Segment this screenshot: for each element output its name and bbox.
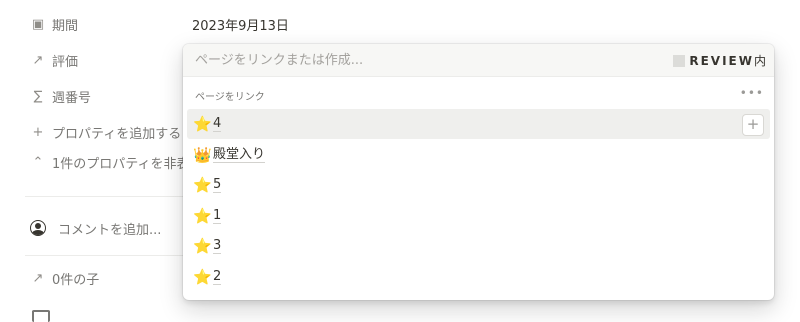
option-label: 1: [213, 208, 222, 224]
plus-icon: +: [32, 124, 44, 140]
sigma-icon: ∑: [33, 88, 43, 104]
property-label: 評価: [52, 54, 79, 70]
star-icon: ⭐: [193, 175, 212, 194]
period-value[interactable]: 2023年9月13日: [192, 12, 289, 36]
relation-option[interactable]: 👑 殿堂入り: [187, 140, 770, 170]
relation-popup: REVIEW 内 ページをリンク ••• ⭐ 4 + 👑 殿堂入り ⭐ 5 ⭐ …: [183, 44, 774, 300]
star-icon: ⭐: [193, 267, 212, 286]
children-link[interactable]: ↗ 0件の子: [30, 266, 100, 290]
more-options-icon[interactable]: •••: [740, 86, 764, 100]
add-relation-button[interactable]: +: [742, 114, 764, 136]
database-name: REVIEW: [689, 53, 754, 68]
option-label: 5: [213, 177, 222, 193]
add-property-label: プロパティを追加する: [52, 126, 182, 142]
star-icon: ⭐: [193, 114, 212, 133]
crown-icon: 👑: [193, 145, 212, 164]
relation-arrow-icon: ↗: [32, 270, 44, 286]
chevron-up-icon: ⌃: [32, 154, 44, 170]
relation-option[interactable]: ⭐ 2: [187, 262, 770, 292]
property-period[interactable]: ▣ 期間: [30, 12, 78, 36]
relation-option[interactable]: ⭐ 4 +: [187, 109, 770, 139]
star-icon: ⭐: [193, 236, 212, 255]
database-icon: [673, 54, 686, 67]
calendar-icon: ▣: [31, 16, 45, 32]
option-label: 4: [213, 116, 222, 132]
star-icon: ⭐: [193, 206, 212, 225]
section-header: ページをリンク: [195, 92, 265, 103]
hide-properties-toggle[interactable]: ⌃ 1件のプロパティを非表示: [30, 150, 203, 174]
user-avatar: [30, 220, 46, 236]
database-tag[interactable]: REVIEW 内: [673, 52, 766, 69]
comment-input[interactable]: コメントを追加...: [30, 216, 161, 240]
property-label: 期間: [52, 18, 79, 34]
hide-properties-label: 1件のプロパティを非表示: [52, 156, 203, 172]
relation-option[interactable]: ⭐ 3: [187, 231, 770, 261]
divider: [25, 196, 195, 197]
relation-arrow-icon: ↗: [32, 52, 44, 68]
property-label: 週番号: [52, 90, 92, 106]
option-label: 2: [213, 269, 222, 285]
property-rating[interactable]: ↗ 評価: [30, 48, 78, 72]
option-label: 殿堂入り: [213, 147, 266, 163]
table-icon: [32, 310, 50, 322]
relation-option[interactable]: ⭐ 5: [187, 170, 770, 200]
comment-placeholder: コメントを追加...: [58, 222, 162, 238]
search-input[interactable]: [195, 44, 645, 76]
search-bar: REVIEW 内: [183, 44, 774, 77]
database-suffix: 内: [753, 54, 766, 68]
children-label: 0件の子: [52, 272, 100, 288]
add-property-button[interactable]: + プロパティを追加する: [30, 120, 182, 144]
option-label: 3: [213, 238, 222, 254]
relation-option[interactable]: ⭐ 1: [187, 201, 770, 231]
property-week-number[interactable]: ∑ 週番号: [30, 84, 91, 108]
divider: [25, 255, 195, 256]
